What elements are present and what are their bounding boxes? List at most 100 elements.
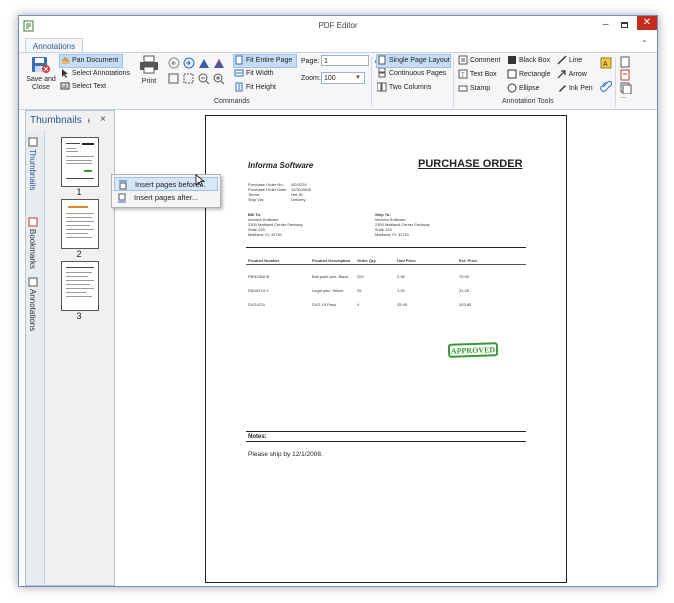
thumbnails-icon <box>28 137 38 147</box>
text-box-label: Text Box <box>469 71 497 78</box>
line-icon <box>557 55 567 65</box>
svg-text:T: T <box>461 73 465 79</box>
page-thumbnail[interactable] <box>61 261 99 311</box>
rectangle-button[interactable]: Rectangle <box>507 69 550 81</box>
print-label: Print <box>141 78 157 85</box>
save-and-close-button[interactable]: Save and Close <box>23 55 59 95</box>
fit-width-icon <box>234 69 244 77</box>
table-cell: DVD4211 <box>248 302 266 307</box>
zoom-in-icon <box>213 73 225 85</box>
maximize-button[interactable] <box>621 22 629 29</box>
next-page-icon <box>183 57 195 69</box>
fit-height-icon <box>235 82 243 92</box>
document-tool-icons <box>620 56 632 94</box>
arrow-label: Arrow <box>568 71 587 78</box>
table-cell: Ball point pen, Black <box>312 274 349 279</box>
navigation-icons <box>168 57 225 85</box>
single-page-icon <box>378 55 386 65</box>
print-button[interactable]: Print <box>136 55 162 91</box>
page-thumbnail[interactable] <box>61 137 99 187</box>
minimize-button[interactable]: – <box>603 20 613 30</box>
ribbon-separator <box>371 57 372 107</box>
fit-width-button[interactable]: Fit Width <box>234 68 274 80</box>
notes-underline <box>246 441 526 442</box>
comment-label: Comment <box>469 57 501 64</box>
meta-value: Delivery <box>291 197 306 202</box>
rectangle-label: Rectangle <box>518 71 551 78</box>
highlight-icon: A <box>600 57 612 69</box>
fit-height-label: Fit Height <box>245 84 276 91</box>
select-text-icon: ab <box>60 82 70 90</box>
save-and-close-label-2: Close <box>32 84 50 91</box>
ship-to-line: Maitland, FL 32751 <box>375 232 410 237</box>
notes-label: Notes: <box>248 434 267 440</box>
ink-pen-icon <box>559 85 566 93</box>
thumbnails-panel: Thumbnails ᵻ × Thumbnails Bookmarks Anno… <box>25 110 115 586</box>
fit-height-button[interactable]: Fit Height <box>234 82 276 94</box>
thumbnail-list: 1 2 3 <box>45 131 113 584</box>
table-cell: 70.00 <box>459 274 470 279</box>
bookmarks-icon <box>28 217 38 227</box>
line-button[interactable]: Line <box>557 55 582 67</box>
save-and-close-label-1: Save and <box>26 76 56 83</box>
menu-item-insert-after[interactable]: Insert pages after... <box>114 191 218 205</box>
pan-document-button[interactable]: Pan Document <box>59 54 123 68</box>
printer-icon <box>140 55 158 74</box>
black-box-label: Black Box <box>518 57 551 64</box>
ink-pen-button[interactable]: Ink Pen <box>557 83 593 95</box>
column-header: Product Description <box>312 258 351 263</box>
chevron-down-icon[interactable]: ▾ <box>352 73 364 83</box>
two-columns-button[interactable]: Two Columns <box>377 82 431 94</box>
approved-stamp[interactable]: APPROVED <box>447 342 499 358</box>
table-cell: 1.25 <box>397 288 405 293</box>
arrow-icon <box>557 70 566 79</box>
tab-annotations-panel[interactable]: Annotations <box>28 277 42 331</box>
rotate-right-icon <box>214 59 224 68</box>
menu-item-label: Insert pages after... <box>134 193 199 202</box>
group-label-commands: Commands <box>214 98 250 105</box>
notes-text: Please ship by 12/1/2008. <box>248 451 323 458</box>
svg-text:ab: ab <box>62 84 68 90</box>
svg-text:A: A <box>603 61 608 68</box>
ellipse-icon <box>507 83 517 93</box>
table-cell: DVD 10 Pack <box>312 302 337 307</box>
single-page-layout-button[interactable]: Single Page Layout <box>376 54 451 68</box>
page-icon <box>620 56 630 68</box>
ribbon: Save and Close Pan Document Select Annot… <box>19 52 657 110</box>
ellipse-button[interactable]: Ellipse <box>507 83 540 95</box>
collapse-ribbon-icon[interactable]: ⌃ <box>641 39 648 48</box>
column-header: Order Qty. <box>357 258 377 263</box>
group-label-annotation-tools: Annotation Tools <box>502 98 554 105</box>
fit-entire-page-button[interactable]: Fit Entire Page <box>233 54 297 68</box>
document-heading: PURCHASE ORDER <box>418 158 523 170</box>
save-icon <box>32 57 50 73</box>
tab-thumbnails[interactable]: Thumbnails <box>28 137 42 190</box>
close-button[interactable]: ✕ <box>637 16 657 30</box>
stamp-button[interactable]: Stamp <box>458 83 490 95</box>
select-annotations-button[interactable]: Select Annotations <box>60 68 130 80</box>
rectangle-icon <box>507 69 517 79</box>
comment-button[interactable]: Comment <box>458 55 500 67</box>
select-text-button[interactable]: ab Select Text <box>60 81 106 93</box>
pin-icon[interactable]: ᵻ <box>88 116 90 125</box>
text-box-button[interactable]: T Text Box <box>458 69 497 81</box>
select-annotations-label: Select Annotations <box>71 70 130 77</box>
close-panel-icon[interactable]: × <box>100 114 106 125</box>
page-thumbnail[interactable] <box>61 199 99 249</box>
rotate-left-icon <box>199 59 209 68</box>
ribbon-separator <box>453 57 454 107</box>
tab-bookmarks[interactable]: Bookmarks <box>28 217 42 269</box>
black-box-button[interactable]: Black Box <box>507 55 550 67</box>
arrow-button[interactable]: Arrow <box>557 69 587 81</box>
pdf-page: Informa Software PURCHASE ORDER Purchase… <box>205 115 567 583</box>
zoom-label: Zoom: <box>301 75 321 82</box>
more-options-button[interactable]: ... <box>620 93 626 100</box>
page-number-input[interactable]: 1 <box>321 55 369 66</box>
pan-document-label: Pan Document <box>71 57 119 64</box>
continuous-pages-button[interactable]: Continuous Pages <box>377 68 446 80</box>
two-columns-label: Two Columns <box>388 84 432 91</box>
attachment-icon <box>600 80 612 92</box>
select-text-label: Select Text <box>71 83 107 90</box>
table-cell: 31.25 <box>459 288 470 293</box>
column-header: Unit Price <box>397 258 416 263</box>
